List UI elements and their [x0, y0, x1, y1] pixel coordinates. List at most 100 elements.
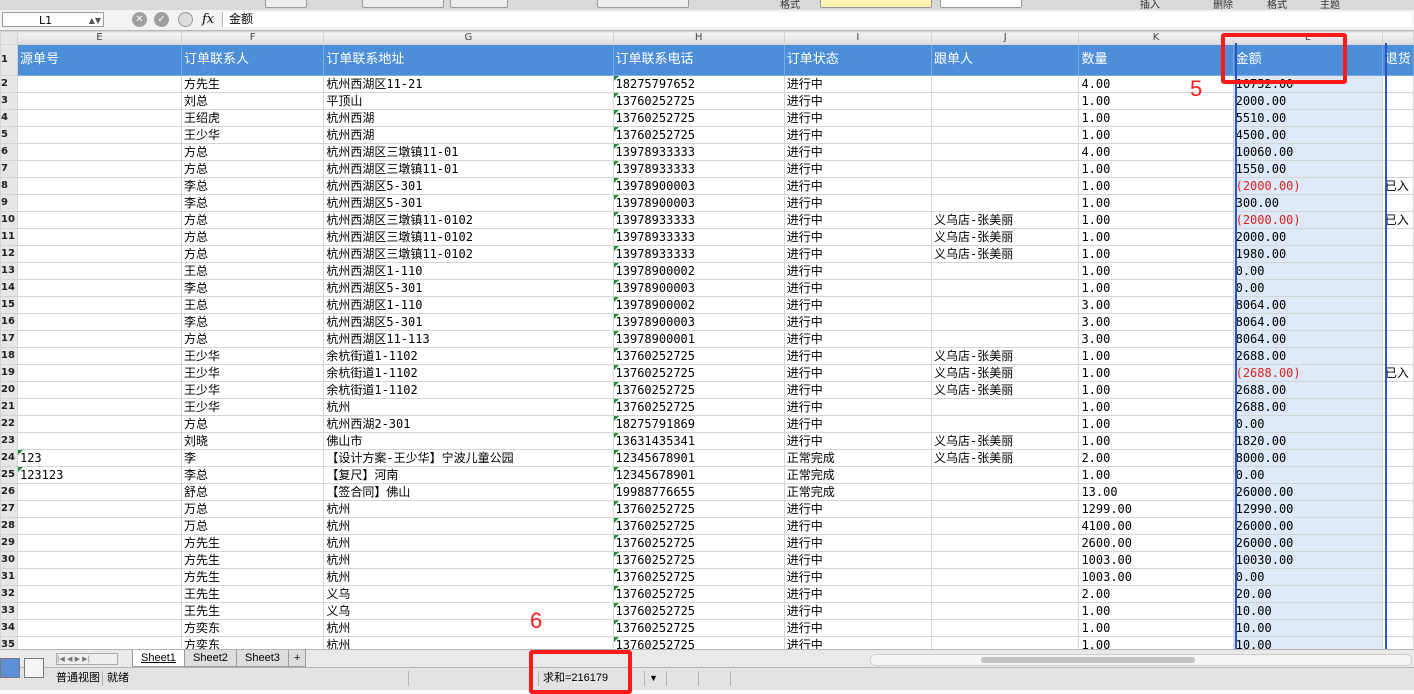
cell-return[interactable]: [1381, 449, 1414, 467]
cell-follower[interactable]: 义乌店-张美丽: [930, 245, 1080, 263]
cell-phone[interactable]: 13760252725: [612, 109, 785, 127]
cell-follower[interactable]: 义乌店-张美丽: [930, 432, 1080, 450]
cell-phone[interactable]: 13760252725: [612, 500, 785, 518]
cell-amount[interactable]: (2000.00): [1232, 211, 1383, 229]
cell-phone[interactable]: 13631435341: [612, 432, 785, 450]
cell-amount[interactable]: 2688.00: [1232, 398, 1383, 416]
cell-phone[interactable]: 13760252725: [612, 602, 785, 620]
cell-status[interactable]: 进行中: [783, 194, 932, 212]
cell-follower[interactable]: [930, 279, 1080, 297]
row-number[interactable]: 1: [0, 44, 18, 76]
cell-contact[interactable]: 王先生: [180, 602, 325, 620]
cell-return[interactable]: [1381, 126, 1414, 144]
cell-status[interactable]: 进行中: [783, 551, 932, 569]
cell-contact[interactable]: 王绍虎: [180, 109, 325, 127]
cell-address[interactable]: 杭州: [323, 619, 614, 637]
cell-source-no[interactable]: [16, 585, 182, 603]
cell-quantity[interactable]: 1.00: [1078, 109, 1234, 127]
cell-status[interactable]: 正常完成: [783, 466, 932, 484]
cell-source-no[interactable]: [16, 245, 182, 263]
cell-status[interactable]: 进行中: [783, 245, 932, 263]
cell-address[interactable]: 【签合同】佛山: [323, 483, 614, 501]
row-number[interactable]: 5: [0, 126, 18, 144]
cell-phone[interactable]: 13978900003: [612, 279, 785, 297]
cell-phone[interactable]: 13978900003: [612, 313, 785, 331]
header-cell-follower[interactable]: 跟单人: [930, 44, 1080, 76]
cell-follower[interactable]: [930, 313, 1080, 331]
cell-return[interactable]: 已入: [1381, 364, 1414, 382]
cell-source-no[interactable]: [16, 228, 182, 246]
column-header-h[interactable]: H: [612, 31, 785, 45]
confirm-icon[interactable]: ✓: [154, 12, 169, 27]
cell-status[interactable]: 进行中: [783, 534, 932, 552]
sheet-tab-1[interactable]: Sheet1: [132, 650, 185, 667]
cell-contact[interactable]: 方总: [180, 143, 325, 161]
add-sheet-button[interactable]: +: [288, 650, 307, 667]
cell-source-no[interactable]: [16, 177, 182, 195]
row-number[interactable]: 28: [0, 517, 18, 535]
cell-phone[interactable]: 13760252725: [612, 381, 785, 399]
cell-follower[interactable]: 义乌店-张美丽: [930, 228, 1080, 246]
cell-address[interactable]: 义乌: [323, 602, 614, 620]
cell-contact[interactable]: 方总: [180, 415, 325, 433]
cell-source-no[interactable]: [16, 500, 182, 518]
cell-return[interactable]: [1381, 262, 1414, 280]
cell-contact[interactable]: 方先生: [180, 551, 325, 569]
cell-amount[interactable]: 5510.00: [1232, 109, 1383, 127]
cell-source-no[interactable]: 123123: [16, 466, 182, 484]
cell-quantity[interactable]: 1.00: [1078, 364, 1234, 382]
cell-address[interactable]: 杭州西湖区5-301: [323, 279, 614, 297]
cell-quantity[interactable]: 4.00: [1078, 75, 1234, 93]
cell-follower[interactable]: [930, 296, 1080, 314]
cell-source-no[interactable]: [16, 313, 182, 331]
cell-phone[interactable]: 12345678901: [612, 466, 785, 484]
cell-amount[interactable]: 8064.00: [1232, 296, 1383, 314]
cell-return[interactable]: [1381, 347, 1414, 365]
cell-status[interactable]: 进行中: [783, 228, 932, 246]
cell-source-no[interactable]: [16, 432, 182, 450]
cell-status[interactable]: 进行中: [783, 75, 932, 93]
cell-address[interactable]: 余杭街道1-1102: [323, 347, 614, 365]
row-number[interactable]: 25: [0, 466, 18, 484]
cell-quantity[interactable]: 1.00: [1078, 602, 1234, 620]
header-cell-status[interactable]: 订单状态: [783, 44, 932, 76]
row-number[interactable]: 31: [0, 568, 18, 586]
cell-return[interactable]: [1381, 602, 1414, 620]
cell-amount[interactable]: 1980.00: [1232, 245, 1383, 263]
toolbar-button[interactable]: [450, 0, 508, 8]
column-header-f[interactable]: F: [180, 31, 325, 45]
cell-amount[interactable]: 10030.00: [1232, 551, 1383, 569]
cell-contact[interactable]: 李: [180, 449, 325, 467]
cell-contact[interactable]: 李总: [180, 194, 325, 212]
header-cell-phone[interactable]: 订单联系电话: [612, 44, 785, 76]
cell-return[interactable]: [1381, 500, 1414, 518]
cell-quantity[interactable]: 1.00: [1078, 211, 1234, 229]
cell-return[interactable]: [1381, 296, 1414, 314]
row-number[interactable]: 26: [0, 483, 18, 501]
cell-amount[interactable]: 20.00: [1232, 585, 1383, 603]
cell-return[interactable]: [1381, 194, 1414, 212]
cell-amount[interactable]: 2000.00: [1232, 228, 1383, 246]
cell-quantity[interactable]: 13.00: [1078, 483, 1234, 501]
cell-amount[interactable]: 10.00: [1232, 602, 1383, 620]
cell-phone[interactable]: 13760252725: [612, 364, 785, 382]
cell-source-no[interactable]: [16, 330, 182, 348]
cell-source-no[interactable]: [16, 381, 182, 399]
cell-follower[interactable]: [930, 177, 1080, 195]
cell-amount[interactable]: 4500.00: [1232, 126, 1383, 144]
cell-amount[interactable]: 0.00: [1232, 568, 1383, 586]
cell-address[interactable]: 杭州西湖2-301: [323, 415, 614, 433]
scrollbar-thumb[interactable]: [981, 657, 1195, 663]
cell-quantity[interactable]: 1.00: [1078, 432, 1234, 450]
cell-amount[interactable]: 8064.00: [1232, 330, 1383, 348]
cell-address[interactable]: 杭州西湖区5-301: [323, 194, 614, 212]
cell-status[interactable]: 进行中: [783, 517, 932, 535]
cell-address[interactable]: 杭州: [323, 636, 614, 649]
cell-phone[interactable]: 13978933333: [612, 143, 785, 161]
cell-follower[interactable]: [930, 143, 1080, 161]
cell-follower[interactable]: 义乌店-张美丽: [930, 211, 1080, 229]
cell-phone[interactable]: 13760252725: [612, 398, 785, 416]
cell-status[interactable]: 进行中: [783, 500, 932, 518]
cell-status[interactable]: 进行中: [783, 92, 932, 110]
cell-contact[interactable]: 李总: [180, 466, 325, 484]
